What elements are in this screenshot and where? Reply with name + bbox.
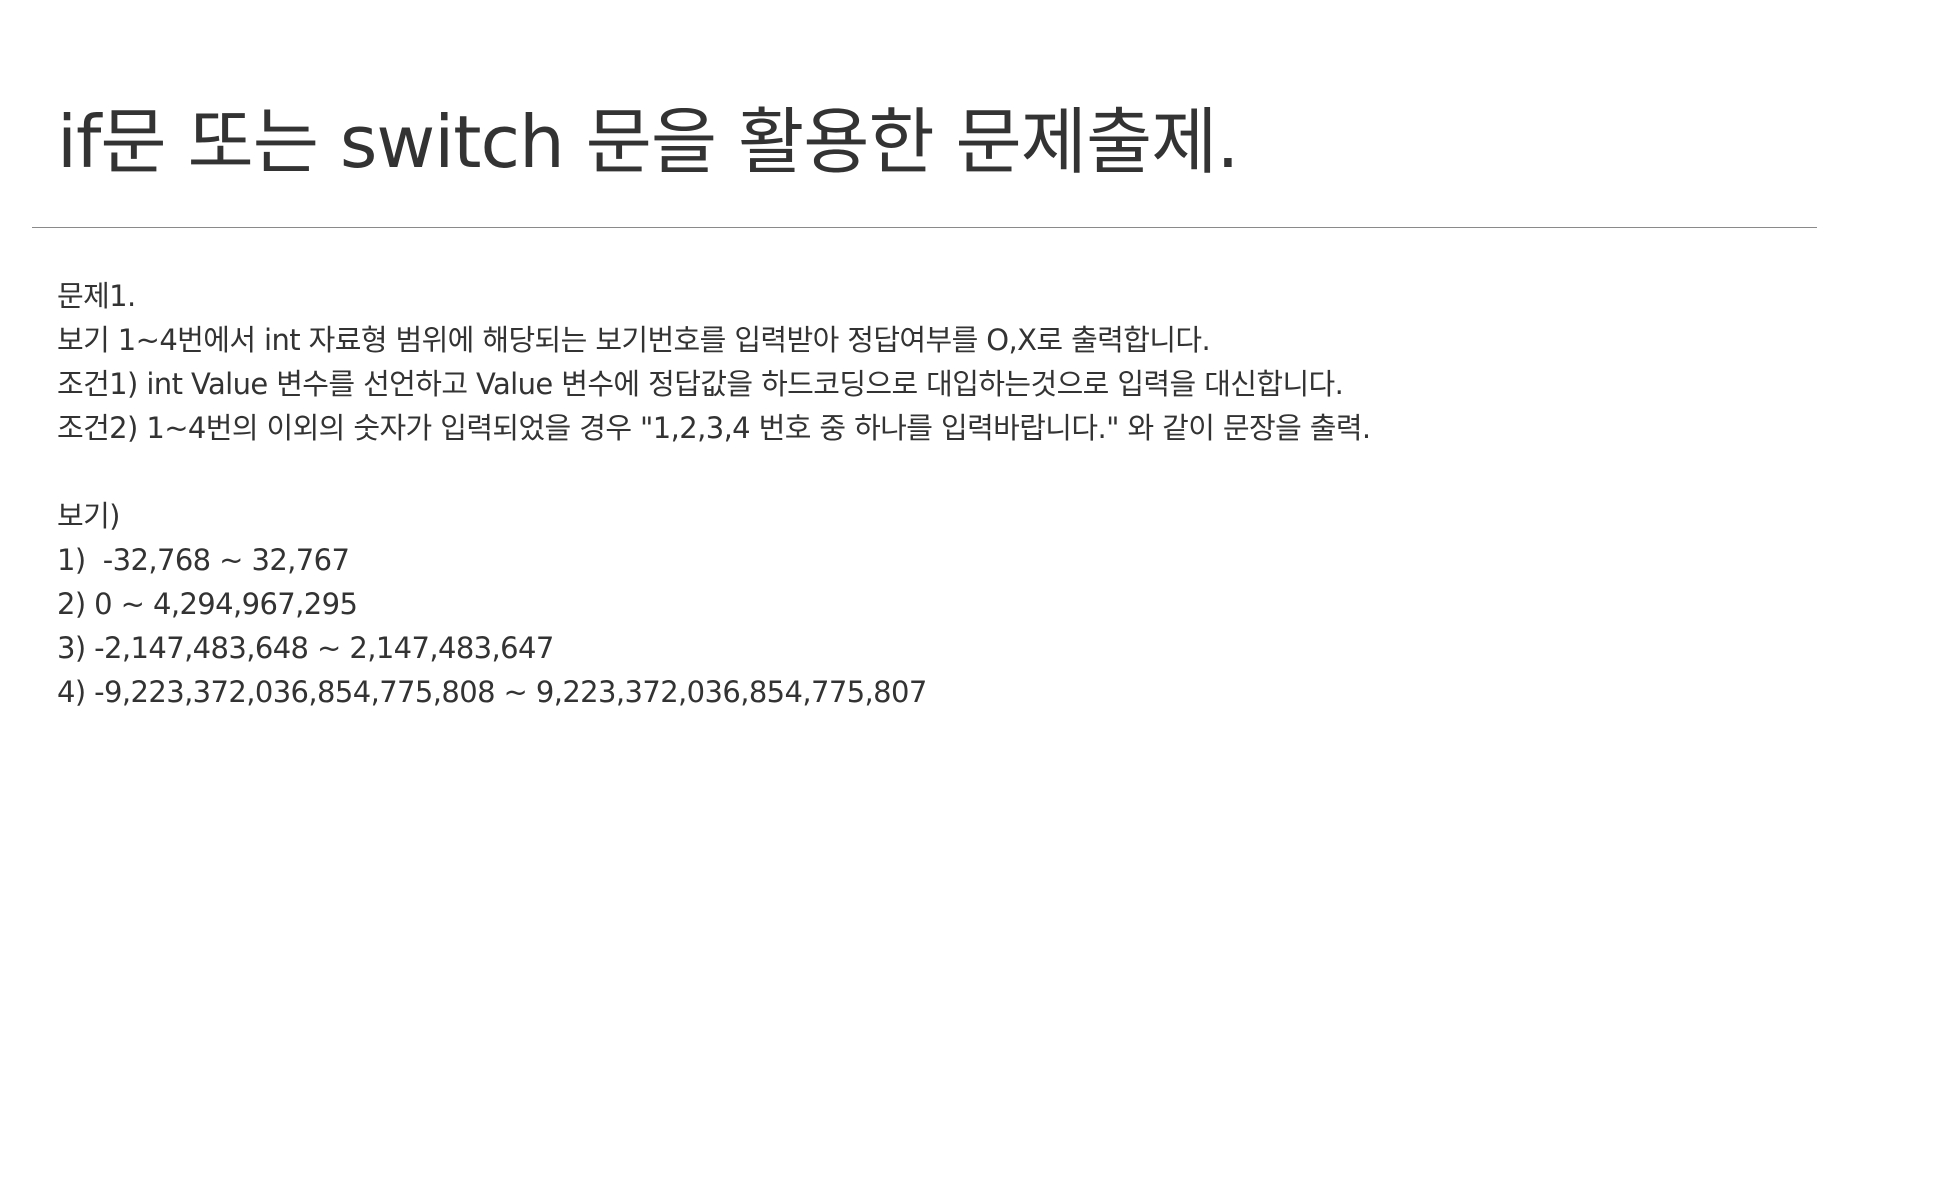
choice-item-2: 2) 0 ~ 4,294,967,295 xyxy=(57,587,358,621)
choice-item-3: 3) -2,147,483,648 ~ 2,147,483,647 xyxy=(57,631,554,665)
condition-1: 조건1) int Value 변수를 선언하고 Value 변수에 정답값을 하… xyxy=(57,367,1344,401)
problem-body: 문제1. 보기 1~4번에서 int 자료형 범위에 해당되는 보기번호를 입력… xyxy=(57,274,1371,714)
condition-2: 조건2) 1~4번의 이외의 숫자가 입력되었을 경우 "1,2,3,4 번호 … xyxy=(57,411,1371,445)
choices-heading: 보기) xyxy=(57,499,120,533)
problem-description: 보기 1~4번에서 int 자료형 범위에 해당되는 보기번호를 입력받아 정답… xyxy=(57,323,1211,357)
problem-heading: 문제1. xyxy=(57,279,136,313)
page-title: if문 또는 switch 문을 활용한 문제출제. xyxy=(57,100,1239,184)
title-divider xyxy=(32,227,1817,228)
document-page: if문 또는 switch 문을 활용한 문제출제. 문제1. 보기 1~4번에… xyxy=(0,0,1956,1200)
choice-item-4: 4) -9,223,372,036,854,775,808 ~ 9,223,37… xyxy=(57,675,927,709)
choice-item-1: 1) -32,768 ~ 32,767 xyxy=(57,543,350,577)
